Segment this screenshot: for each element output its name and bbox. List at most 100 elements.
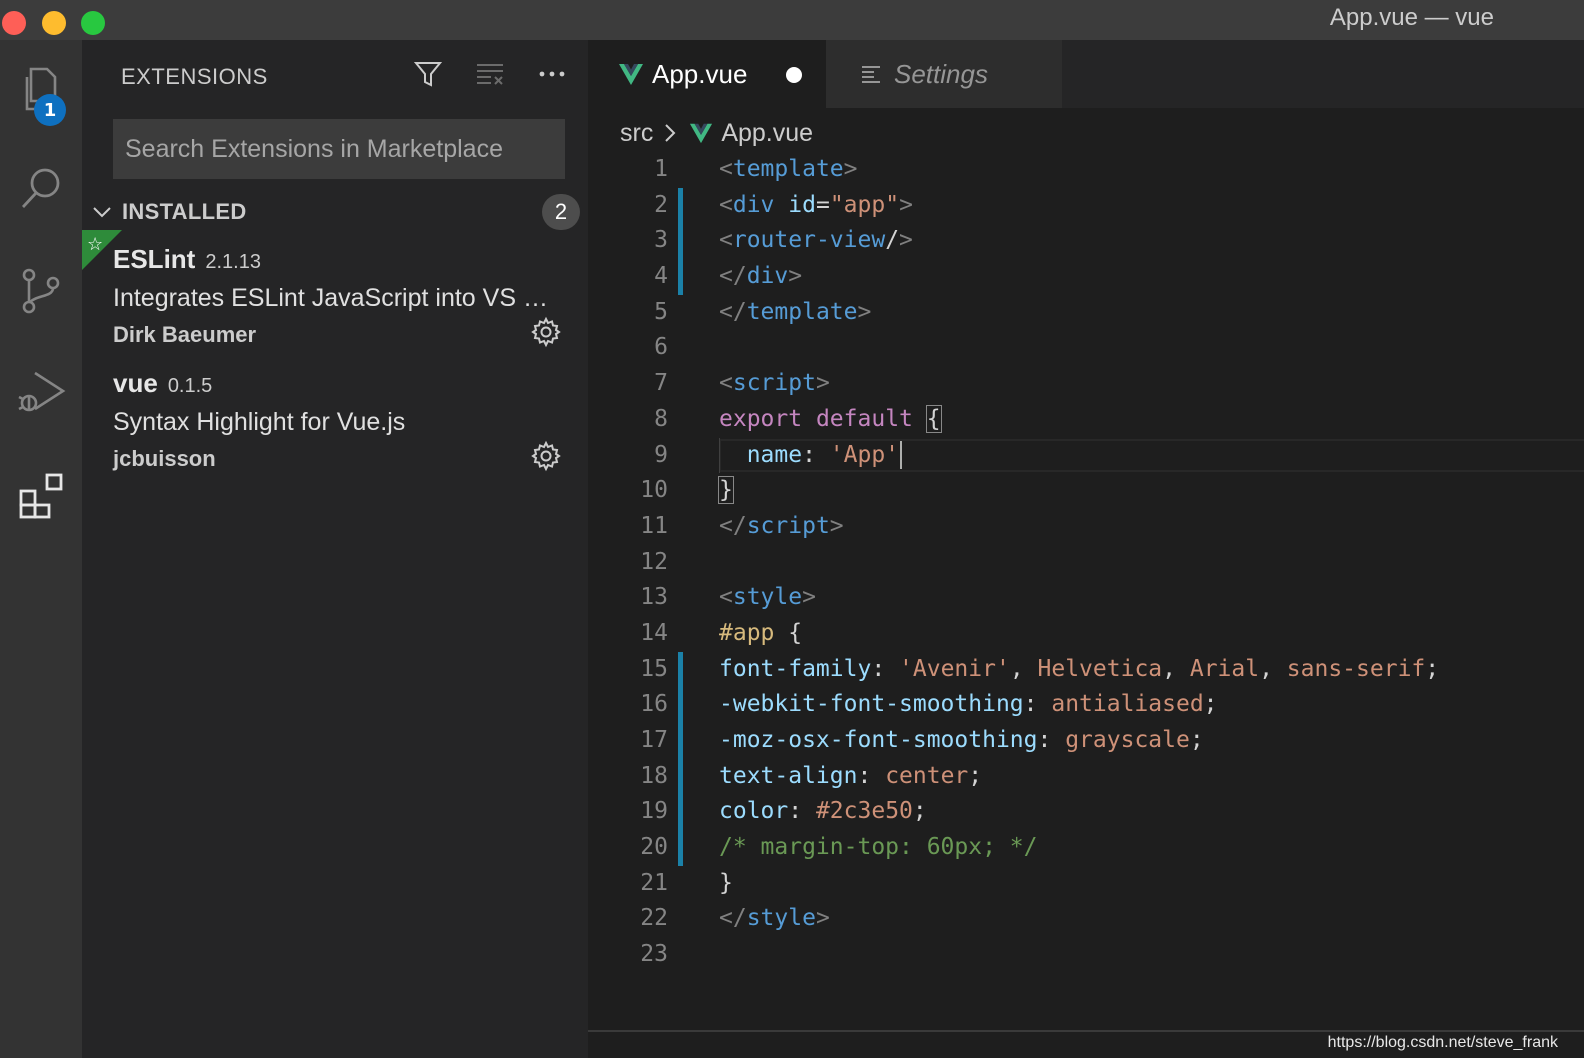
code-line[interactable]: 18 text-align: center; (588, 758, 1584, 795)
modified-line-marker[interactable] (678, 758, 683, 795)
extensions-icon (19, 473, 63, 519)
modified-line-marker[interactable] (678, 794, 683, 831)
modified-line-marker[interactable] (678, 259, 683, 295)
code-token: sans-serif (1286, 655, 1426, 682)
filter-icon[interactable] (412, 58, 444, 90)
tab-app-vue[interactable]: App.vue (588, 40, 826, 108)
code-line[interactable]: 4 </div> (588, 259, 1584, 295)
code-line[interactable]: 2 <div id="app"> (588, 187, 1584, 224)
window-title: App.vue — vue (1329, 4, 1494, 31)
gear-icon[interactable] (530, 316, 562, 348)
code-line[interactable]: 10} (588, 473, 1584, 509)
code-line[interactable]: 8 export default { (588, 402, 1584, 438)
code-token: center (885, 762, 969, 789)
code-line[interactable]: 17 -moz-osx-font-smoothing: grayscale; (588, 723, 1584, 759)
breadcrumb: src App.vue (620, 116, 813, 150)
activity-search[interactable] (0, 144, 82, 234)
code-text: <template> (719, 152, 858, 188)
close-window-button[interactable] (2, 11, 26, 35)
code-line[interactable]: 3 <router-view/> (588, 223, 1584, 260)
code-line[interactable]: 23 (588, 937, 1584, 973)
horizontal-scrollbar[interactable] (588, 1030, 1584, 1032)
breadcrumb-item[interactable]: App.vue (721, 119, 813, 148)
code-line[interactable]: 21} (588, 866, 1584, 902)
code-line[interactable]: 13 <style> (588, 580, 1584, 616)
code-line[interactable]: 12 (588, 545, 1584, 581)
activity-run-debug[interactable] (0, 348, 82, 438)
line-number: 9 (654, 441, 668, 468)
modified-line-marker[interactable] (678, 187, 683, 224)
code-token: : (802, 441, 830, 468)
installed-section-header[interactable]: INSTALLED 2 (82, 192, 588, 232)
code-line[interactable]: 19 color: #2c3e50; (588, 794, 1584, 831)
activity-explorer[interactable]: 1 (0, 46, 82, 136)
modified-line-marker[interactable] (678, 223, 683, 260)
code-text: font-family: 'Avenir', Helvetica, Arial,… (719, 652, 1439, 688)
line-number: 10 (640, 477, 668, 504)
modified-line-marker[interactable] (678, 687, 683, 723)
line-number: 19 (640, 798, 668, 825)
line-number: 18 (640, 762, 668, 789)
code-line[interactable]: 11 </script> (588, 509, 1584, 545)
code-line[interactable]: 5 </template> (588, 295, 1584, 331)
activity-extensions[interactable] (0, 450, 82, 540)
unsaved-dot-icon[interactable] (786, 67, 802, 83)
gear-icon[interactable] (530, 440, 562, 472)
extension-item-eslint[interactable]: ☆ ESLint 2.1.13 Integrates ESLint JavaScr… (82, 230, 588, 364)
code-token: color (719, 798, 789, 825)
modified-line-marker[interactable] (678, 651, 683, 688)
extension-item-vue[interactable]: vue 0.1.5 Syntax Highlight for Vue.js jcb… (82, 368, 588, 488)
code-token: script (732, 370, 816, 397)
line-number: 16 (640, 691, 668, 718)
code-line[interactable]: 14 #app { (588, 616, 1584, 652)
modified-line-marker[interactable] (678, 830, 683, 866)
code-token: = (815, 191, 830, 218)
explorer-badge: 1 (34, 94, 66, 126)
code-line[interactable]: 7 <script> (588, 366, 1584, 402)
code-text: -webkit-font-smoothing: antialiased; (719, 687, 1218, 723)
line-number: 23 (640, 941, 668, 968)
code-text: } (718, 473, 734, 509)
code-token: / (885, 227, 900, 254)
code-token: , (1009, 655, 1038, 682)
code-token: : (788, 798, 816, 825)
code-token: < (719, 584, 733, 611)
installed-count-badge: 2 (542, 194, 580, 230)
breadcrumb-item[interactable]: src (620, 119, 653, 148)
code-token: </ (719, 263, 747, 290)
code-token: #app (719, 619, 775, 646)
title-bar: App.vue — vue (0, 0, 1584, 40)
vue-file-icon (619, 64, 643, 85)
code-editor[interactable]: 1 <template> 2 <div id="app"> 3 <router-view/… (588, 152, 1584, 973)
code-line[interactable]: 22 </style> (588, 901, 1584, 937)
chevron-right-icon (665, 124, 676, 142)
code-token: : (857, 762, 886, 789)
tab-bar: App.vue Settings (588, 40, 1584, 108)
line-number: 13 (640, 584, 668, 611)
line-number: 3 (654, 227, 668, 254)
code-token: style (746, 905, 816, 932)
installed-label: INSTALLED (122, 199, 247, 224)
code-line[interactable]: 6 (588, 330, 1584, 366)
more-icon[interactable] (536, 58, 568, 90)
activity-source-control[interactable] (0, 246, 82, 336)
code-token: div (746, 263, 789, 290)
code-line[interactable]: 9 name: 'App' (588, 437, 1584, 474)
minimize-window-button[interactable] (42, 11, 66, 35)
line-number: 2 (654, 191, 668, 218)
search-icon (21, 168, 60, 208)
code-text: <script> (719, 366, 830, 402)
maximize-window-button[interactable] (81, 11, 105, 35)
tab-settings[interactable]: Settings (826, 40, 1062, 108)
code-line[interactable]: 16 -webkit-font-smoothing: antialiased; (588, 687, 1584, 723)
tab-label: App.vue (652, 58, 748, 89)
modified-line-marker[interactable] (678, 723, 683, 759)
code-line[interactable]: 15 font-family: 'Avenir', Helvetica, Aria… (588, 651, 1584, 688)
code-line[interactable]: 1 <template> (588, 152, 1584, 188)
extensions-search-input[interactable] (113, 119, 565, 179)
code-token: } (718, 476, 734, 505)
clear-icon[interactable] (474, 58, 506, 90)
code-line[interactable]: 20 /* margin-top: 60px; */ (588, 830, 1584, 866)
